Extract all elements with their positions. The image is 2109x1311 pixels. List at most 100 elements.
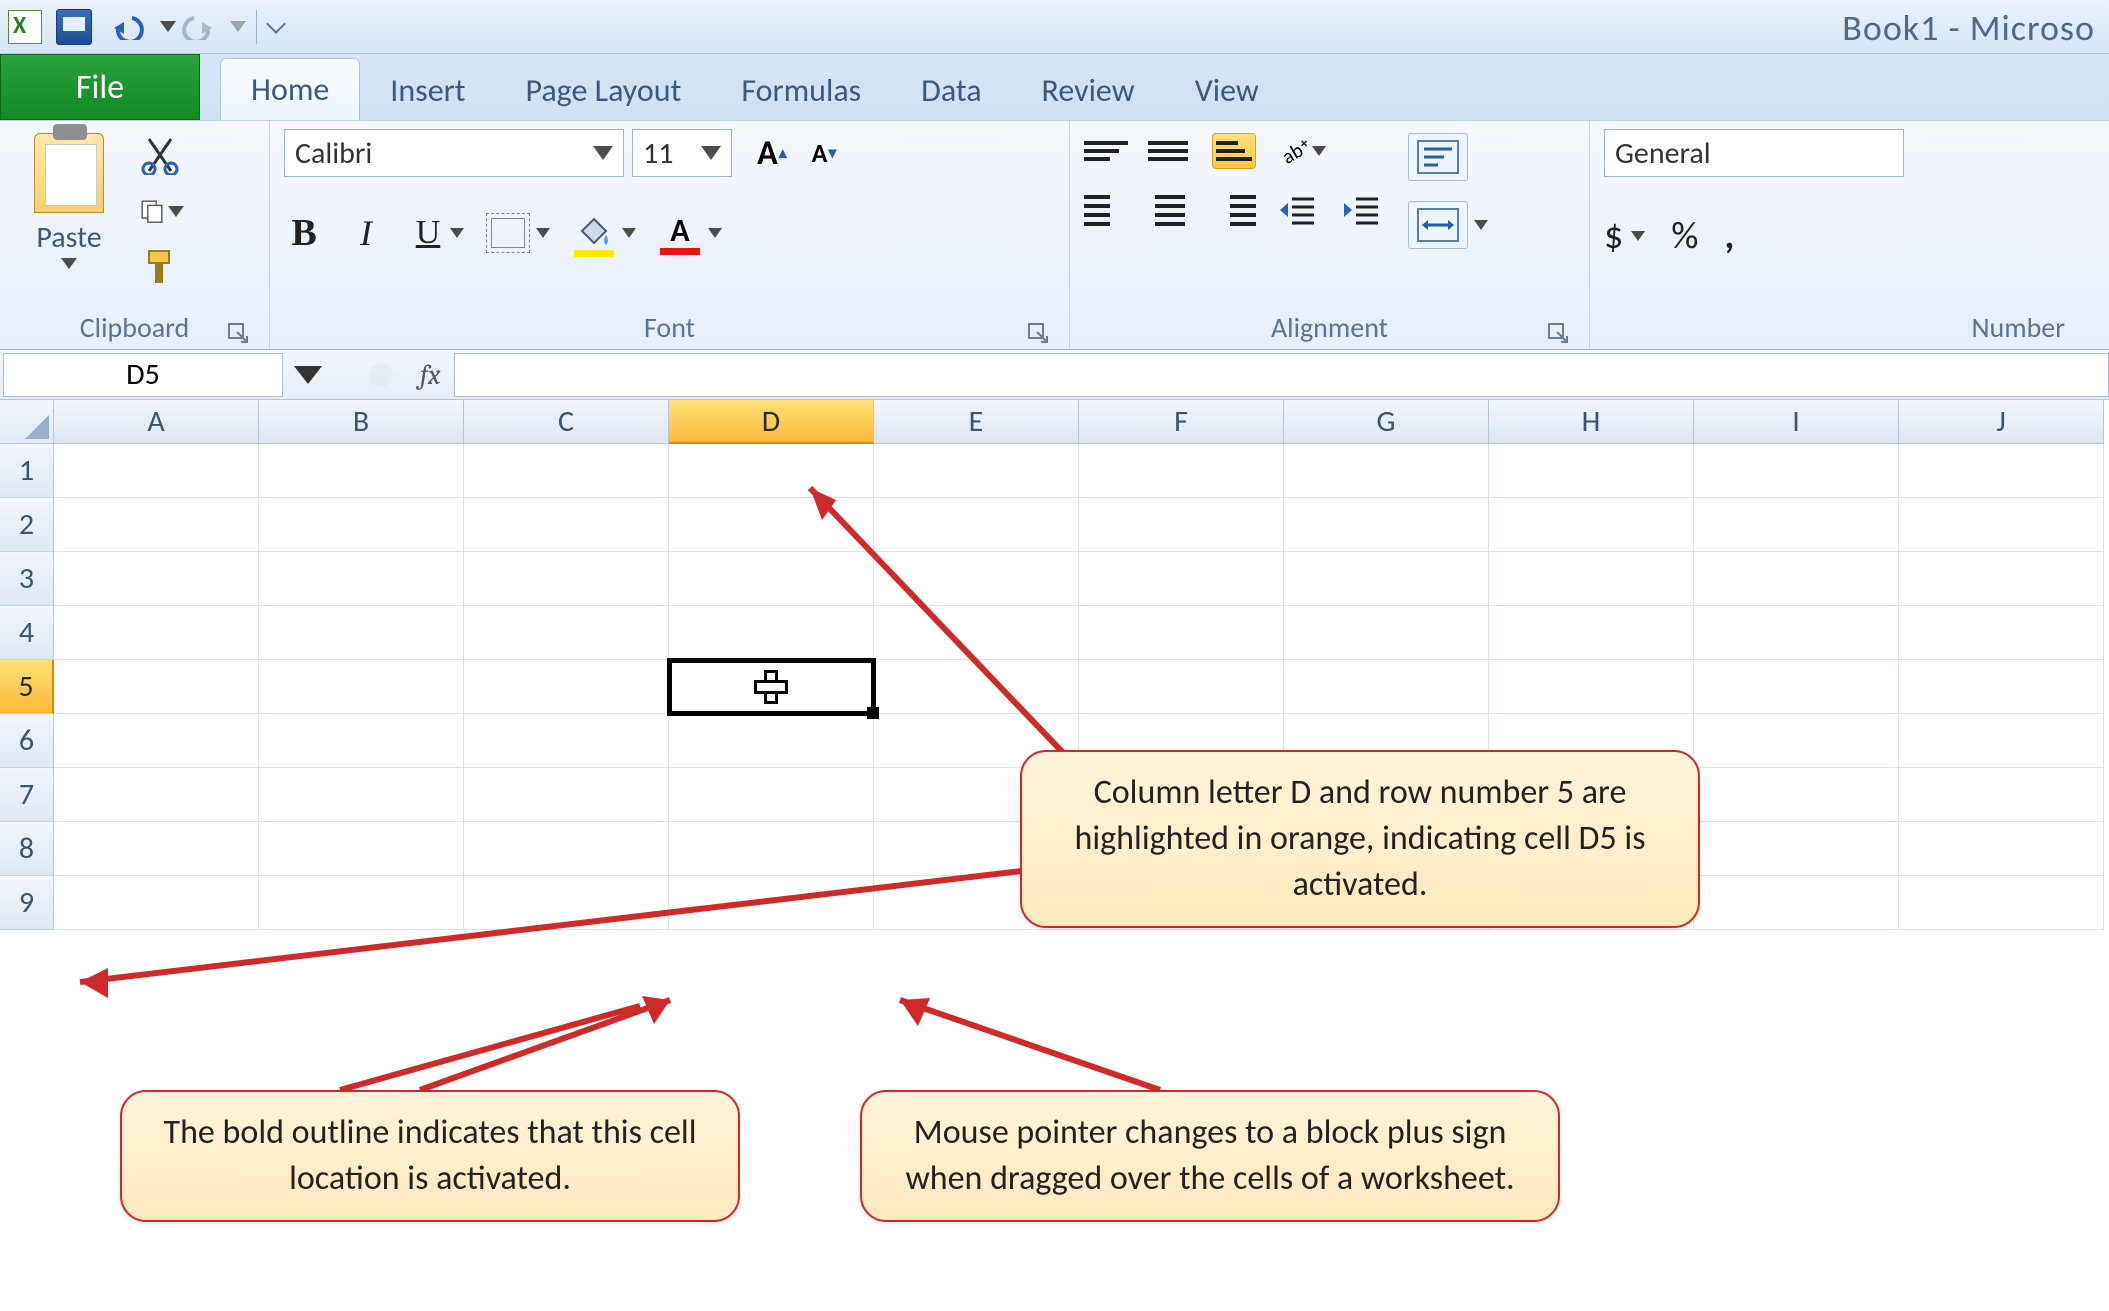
font-size-combo[interactable]: 11 — [632, 129, 732, 177]
tab-data[interactable]: Data — [891, 60, 1011, 120]
cell-D8[interactable] — [669, 822, 874, 876]
name-box[interactable]: D5 — [3, 353, 283, 397]
cell-E1[interactable] — [874, 444, 1079, 498]
row-header-6[interactable]: 6 — [0, 714, 54, 768]
tab-home[interactable]: Home — [220, 58, 360, 120]
row-header-4[interactable]: 4 — [0, 606, 54, 660]
font-color-button[interactable]: A — [658, 211, 702, 255]
tab-insert[interactable]: Insert — [360, 60, 495, 120]
cell-C5[interactable] — [464, 660, 669, 714]
align-bottom-button[interactable] — [1212, 133, 1256, 169]
save-button[interactable] — [56, 9, 92, 45]
tab-page-layout[interactable]: Page Layout — [495, 60, 711, 120]
cell-I8[interactable] — [1694, 822, 1899, 876]
insert-function-button[interactable]: fx — [420, 359, 440, 391]
cell-E3[interactable] — [874, 552, 1079, 606]
italic-button[interactable]: I — [346, 211, 386, 255]
cell-H4[interactable] — [1489, 606, 1694, 660]
cell-B3[interactable] — [259, 552, 464, 606]
font-color-dropdown[interactable] — [708, 228, 722, 238]
decrease-indent-button[interactable] — [1276, 191, 1320, 229]
copy-button[interactable] — [138, 189, 184, 233]
cell-A4[interactable] — [54, 606, 259, 660]
cell-J8[interactable] — [1899, 822, 2104, 876]
row-header-3[interactable]: 3 — [0, 552, 54, 606]
font-name-combo[interactable]: Calibri — [284, 129, 624, 177]
align-middle-button[interactable] — [1148, 133, 1192, 169]
cell-E2[interactable] — [874, 498, 1079, 552]
cell-D7[interactable] — [669, 768, 874, 822]
merge-center-button[interactable] — [1408, 201, 1468, 249]
cell-I3[interactable] — [1694, 552, 1899, 606]
row-header-7[interactable]: 7 — [0, 768, 54, 822]
cell-C2[interactable] — [464, 498, 669, 552]
cell-D6[interactable] — [669, 714, 874, 768]
cell-F2[interactable] — [1079, 498, 1284, 552]
paste-dropdown[interactable] — [61, 258, 77, 269]
row-header-8[interactable]: 8 — [0, 822, 54, 876]
borders-button[interactable] — [486, 213, 530, 253]
align-left-button[interactable] — [1084, 192, 1128, 228]
cell-B8[interactable] — [259, 822, 464, 876]
select-all-corner[interactable] — [0, 400, 54, 444]
cell-A5[interactable] — [54, 660, 259, 714]
orientation-button[interactable]: ab — [1276, 129, 1326, 173]
cell-J5[interactable] — [1899, 660, 2104, 714]
fill-color-button[interactable] — [572, 213, 616, 253]
cell-A7[interactable] — [54, 768, 259, 822]
shrink-font-button[interactable]: A▾ — [800, 129, 848, 177]
cell-F1[interactable] — [1079, 444, 1284, 498]
cell-J2[interactable] — [1899, 498, 2104, 552]
cell-I1[interactable] — [1694, 444, 1899, 498]
cell-B5[interactable] — [259, 660, 464, 714]
col-header-A[interactable]: A — [54, 400, 259, 444]
cell-D1[interactable] — [669, 444, 874, 498]
cell-B4[interactable] — [259, 606, 464, 660]
wrap-text-button[interactable] — [1408, 133, 1468, 181]
align-center-button[interactable] — [1148, 192, 1192, 228]
cell-J4[interactable] — [1899, 606, 2104, 660]
cell-B9[interactable] — [259, 876, 464, 930]
cell-J7[interactable] — [1899, 768, 2104, 822]
tab-review[interactable]: Review — [1012, 60, 1165, 120]
cell-C6[interactable] — [464, 714, 669, 768]
cell-B1[interactable] — [259, 444, 464, 498]
cell-H2[interactable] — [1489, 498, 1694, 552]
cell-C7[interactable] — [464, 768, 669, 822]
cell-I5[interactable] — [1694, 660, 1899, 714]
undo-dropdown[interactable] — [160, 21, 176, 32]
cell-A8[interactable] — [54, 822, 259, 876]
cell-G2[interactable] — [1284, 498, 1489, 552]
row-header-5[interactable]: 5 — [0, 660, 54, 714]
cell-G4[interactable] — [1284, 606, 1489, 660]
cell-D9[interactable] — [669, 876, 874, 930]
col-header-I[interactable]: I — [1694, 400, 1899, 444]
cell-A1[interactable] — [54, 444, 259, 498]
number-format-combo[interactable]: General — [1604, 129, 1904, 177]
row-header-2[interactable]: 2 — [0, 498, 54, 552]
borders-dropdown[interactable] — [536, 228, 550, 238]
name-box-dropdown[interactable] — [294, 366, 322, 384]
col-header-H[interactable]: H — [1489, 400, 1694, 444]
format-painter-button[interactable] — [138, 245, 184, 289]
cell-D3[interactable] — [669, 552, 874, 606]
cell-I9[interactable] — [1694, 876, 1899, 930]
formula-input[interactable] — [454, 353, 2109, 397]
cell-J1[interactable] — [1899, 444, 2104, 498]
cell-C4[interactable] — [464, 606, 669, 660]
cell-C8[interactable] — [464, 822, 669, 876]
cell-C1[interactable] — [464, 444, 669, 498]
redo-dropdown[interactable] — [230, 21, 246, 32]
cell-H1[interactable] — [1489, 444, 1694, 498]
cell-A9[interactable] — [54, 876, 259, 930]
clipboard-dialog-launcher[interactable] — [227, 317, 249, 339]
underline-button[interactable]: U — [408, 211, 448, 255]
align-right-button[interactable] — [1212, 192, 1256, 228]
cell-I7[interactable] — [1694, 768, 1899, 822]
percent-format-button[interactable]: % — [1671, 213, 1698, 259]
col-header-G[interactable]: G — [1284, 400, 1489, 444]
accounting-format-button[interactable]: $ — [1604, 213, 1645, 259]
tab-file[interactable]: File — [0, 54, 200, 120]
cell-J6[interactable] — [1899, 714, 2104, 768]
cell-D2[interactable] — [669, 498, 874, 552]
